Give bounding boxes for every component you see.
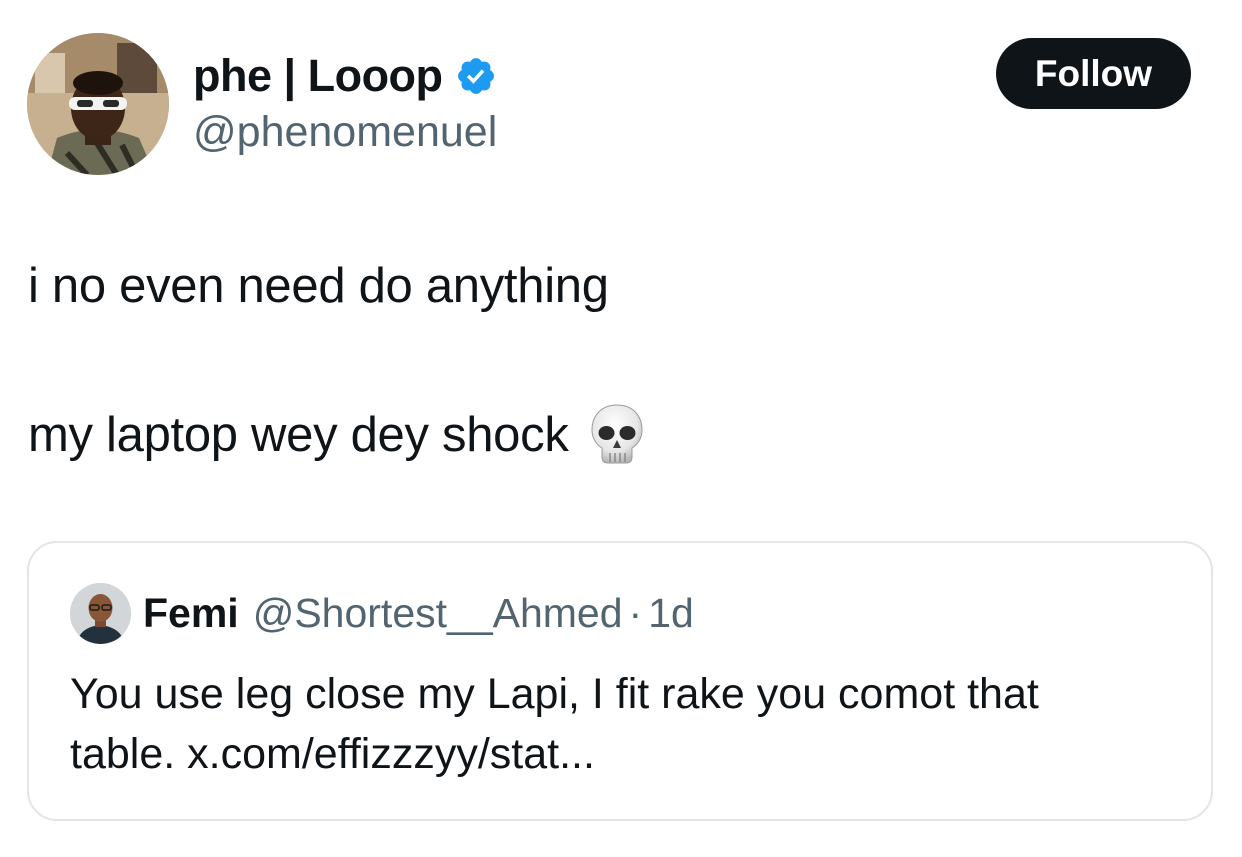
author-avatar-image — [27, 33, 169, 175]
follow-button[interactable]: Follow — [996, 38, 1191, 109]
quoted-author-avatar[interactable] — [70, 583, 131, 644]
quoted-tweet-text: You use leg close my Lapi, I fit rake yo… — [70, 664, 1180, 784]
verified-badge-icon[interactable] — [455, 55, 497, 97]
quoted-tweet-text-line-1: You use leg close my Lapi, I fit rake yo… — [70, 670, 1039, 718]
quoted-tweet-text-line-2: table. x.com/effizzzyy/stat... — [70, 730, 595, 778]
author-avatar[interactable] — [27, 33, 169, 175]
quoted-author-handle[interactable]: @Shortest__Ahmed — [253, 590, 623, 637]
tweet-text-line-2-row: my laptop wey dey shock — [28, 403, 645, 467]
quoted-tweet-timestamp[interactable]: 1d — [648, 590, 694, 637]
author-display-name[interactable]: phe | Looop — [193, 50, 443, 102]
quoted-tweet-card[interactable]: Femi @Shortest__Ahmed · 1d You use leg c… — [27, 541, 1213, 821]
quoted-author-name[interactable]: Femi — [143, 590, 239, 637]
tweet-text-line-1: i no even need do anything — [28, 259, 609, 313]
header-separator: · — [628, 589, 643, 636]
tweet-text-line-2: my laptop wey dey shock — [28, 408, 569, 462]
tweet: phe | Looop @phenomenuel Follow i no eve… — [0, 0, 1242, 857]
quoted-tweet-header: Femi @Shortest__Ahmed · 1d — [143, 587, 694, 639]
quoted-author-avatar-image — [70, 583, 131, 644]
author-name-row[interactable]: phe | Looop — [193, 48, 497, 104]
skull-emoji-icon — [589, 403, 645, 467]
author-handle[interactable]: @phenomenuel — [193, 108, 497, 157]
